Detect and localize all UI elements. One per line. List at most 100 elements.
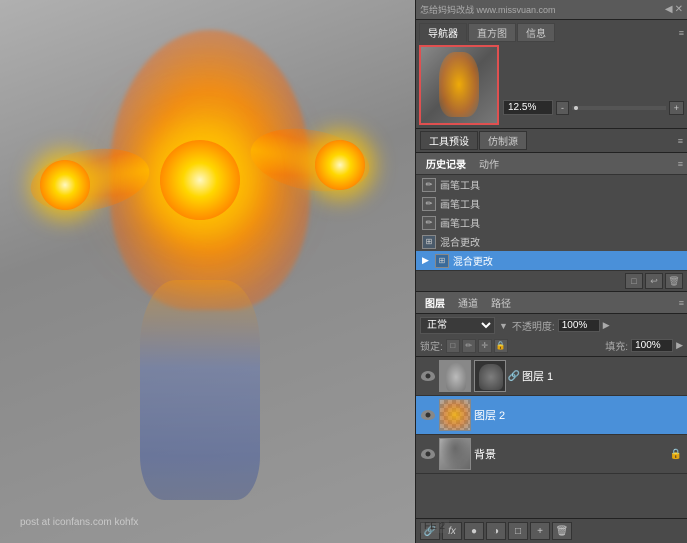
fill-label: 填充:	[605, 338, 628, 353]
layers-footer: 🔗 fx ● ◑ □ + 🗑	[416, 518, 687, 543]
collapse-btn[interactable]: ◀	[665, 4, 673, 15]
brush-icon-2: ✏	[422, 197, 436, 211]
post-text: post at iconfans.com kohfx	[20, 517, 138, 528]
lock-move-btn[interactable]: ✛	[478, 339, 492, 353]
glow-orb-left	[40, 160, 90, 210]
tab-paths[interactable]: 路径	[485, 294, 517, 311]
layers-controls: 正常 ▼ 不透明度: ▶ 锁定: □ ✏ ✛ 🔒 填充: ▶	[416, 314, 687, 357]
section-tabs: 工具预设 仿制源 ≡	[420, 131, 683, 150]
figure-glow	[30, 20, 370, 530]
tab-clone-source[interactable]: 仿制源	[479, 131, 527, 150]
site-label: 怎给妈妈改战 www.missvuan.com	[420, 3, 663, 16]
eye-icon-2	[421, 410, 435, 420]
tab-tool-presets[interactable]: 工具预设	[420, 131, 478, 150]
nav-zoom-row: - +	[503, 100, 684, 115]
arrow-icon: ▼	[499, 321, 508, 331]
top-bar: 怎给妈妈改战 www.missvuan.com ◀ ✕	[416, 0, 687, 20]
eye-icon-1	[421, 371, 435, 381]
zoom-input[interactable]	[503, 100, 553, 115]
tab-actions[interactable]: 动作	[473, 155, 505, 172]
lock-all-btn[interactable]: 🔒	[494, 339, 508, 353]
lock-row: 锁定: □ ✏ ✛ 🔒 填充: ▶	[420, 338, 683, 353]
glow-orb-center	[160, 140, 240, 220]
zoom-out-btn[interactable]: -	[556, 101, 569, 115]
layer-mask-btn[interactable]: ●	[464, 522, 484, 540]
zoom-in-btn[interactable]: +	[669, 101, 684, 115]
lock-icons: □ ✏ ✛ 🔒	[446, 339, 508, 353]
opacity-arrow[interactable]: ▶	[603, 320, 610, 331]
layers-header: 图层 通道 路径 ≡	[416, 292, 687, 314]
history-list: ✏ 画笔工具 ✏ 画笔工具 ✏ 画笔工具 ⊞ 混合更改 ▶ ⊞ 混合更改	[416, 175, 687, 270]
history-item[interactable]: ✏ 画笔工具	[416, 194, 687, 213]
layers-section: 图层 通道 路径 ≡ 正常 ▼ 不透明度: ▶ 锁定: □ ✏ ✛ 🔒	[416, 292, 687, 543]
layer-item-bg[interactable]: 背景 🔒	[416, 435, 687, 474]
layer-new-btn[interactable]: +	[530, 522, 550, 540]
lock-transparent-btn[interactable]: □	[446, 339, 460, 353]
brush-icon-3: ✏	[422, 216, 436, 230]
glow-lower	[140, 280, 260, 500]
fill-arrow[interactable]: ▶	[676, 340, 683, 351]
tab-layers[interactable]: 图层	[419, 294, 451, 311]
eye-icon-bg	[421, 449, 435, 459]
tool-presets-section: 工具预设 仿制源 ≡	[416, 129, 687, 153]
right-panel: 怎给妈妈改战 www.missvuan.com ◀ ✕ 导航器 直方图 信息 ≡…	[415, 0, 687, 543]
glow-orb-right	[315, 140, 365, 190]
layer-item-1[interactable]: 🔗 图层 1	[416, 357, 687, 396]
tab-channels[interactable]: 通道	[452, 294, 484, 311]
history-item-active[interactable]: ▶ ⊞ 混合更改	[416, 251, 687, 270]
layer-item-2[interactable]: 图层 2	[416, 396, 687, 435]
history-section: 历史记录 动作 ≡ ✏ 画笔工具 ✏ 画笔工具 ✏ 画笔工具 ⊞ 混合更改	[416, 153, 687, 292]
layer-thumb-bg	[439, 438, 471, 470]
layer-vis-1[interactable]	[420, 368, 436, 384]
layer-thumb-2	[439, 399, 471, 431]
layer-thumb-bg-person	[440, 439, 470, 469]
active-indicator: ▶	[422, 255, 429, 266]
nav-tabs: 导航器 直方图 信息 ≡	[419, 23, 684, 42]
tab-history[interactable]: 历史记录	[420, 155, 472, 172]
nav-preview-img	[419, 45, 499, 125]
opacity-row: 不透明度: ▶	[512, 318, 610, 333]
lock-paint-btn[interactable]: ✏	[462, 339, 476, 353]
layer-name-bg: 背景	[474, 446, 666, 462]
tab-navigator[interactable]: 导航器	[419, 23, 467, 42]
layer-adjust-btn[interactable]: ◑	[486, 522, 506, 540]
history-item-label: 画笔工具	[440, 196, 480, 211]
history-item[interactable]: ⊞ 混合更改	[416, 232, 687, 251]
tab-histogram[interactable]: 直方图	[468, 23, 516, 42]
layer-delete-btn[interactable]: 🗑	[552, 522, 572, 540]
fe2-label: FE 2	[420, 520, 449, 533]
history-header: 历史记录 动作 ≡	[416, 153, 687, 175]
history-item[interactable]: ✏ 画笔工具	[416, 213, 687, 232]
history-delete-btn[interactable]: 🗑	[665, 273, 683, 289]
close-top-btn[interactable]: ✕	[675, 4, 683, 15]
fill-row: 填充: ▶	[605, 338, 683, 353]
layer-name-1: 图层 1	[522, 368, 683, 384]
navigator-menu-btn[interactable]: ≡	[679, 28, 684, 38]
layers-menu-btn[interactable]: ≡	[679, 298, 684, 308]
layer-link-1[interactable]: 🔗	[509, 360, 519, 392]
opacity-label: 不透明度:	[512, 318, 555, 333]
layer-thumb-mask-1	[440, 361, 471, 392]
canvas-area: post at iconfans.com kohfx	[0, 0, 415, 543]
merge-icon-1: ⊞	[422, 235, 436, 249]
tool-presets-menu-btn[interactable]: ≡	[678, 136, 683, 146]
opacity-input[interactable]	[558, 319, 600, 332]
history-new-btn[interactable]: □	[625, 273, 643, 289]
tab-info[interactable]: 信息	[517, 23, 555, 42]
history-item[interactable]: ✏ 画笔工具	[416, 175, 687, 194]
layer-lock-bg: 🔒	[669, 447, 683, 461]
history-footer: □ ↩ 🗑	[416, 270, 687, 291]
layer-thumb-2-overlay	[440, 400, 470, 430]
layer-mask-thumb-1	[474, 360, 506, 392]
history-menu-btn[interactable]: ≡	[678, 159, 683, 169]
history-item-label-active: 混合更改	[453, 253, 493, 268]
history-item-label: 画笔工具	[440, 215, 480, 230]
layer-vis-bg[interactable]	[420, 446, 436, 462]
layer-vis-2[interactable]	[420, 407, 436, 423]
fill-input[interactable]	[631, 339, 673, 352]
layer-group-btn[interactable]: □	[508, 522, 528, 540]
history-undo-btn[interactable]: ↩	[645, 273, 663, 289]
glow-body	[90, 30, 310, 510]
nav-controls: - +	[503, 45, 684, 115]
blend-mode-select[interactable]: 正常	[420, 317, 495, 334]
